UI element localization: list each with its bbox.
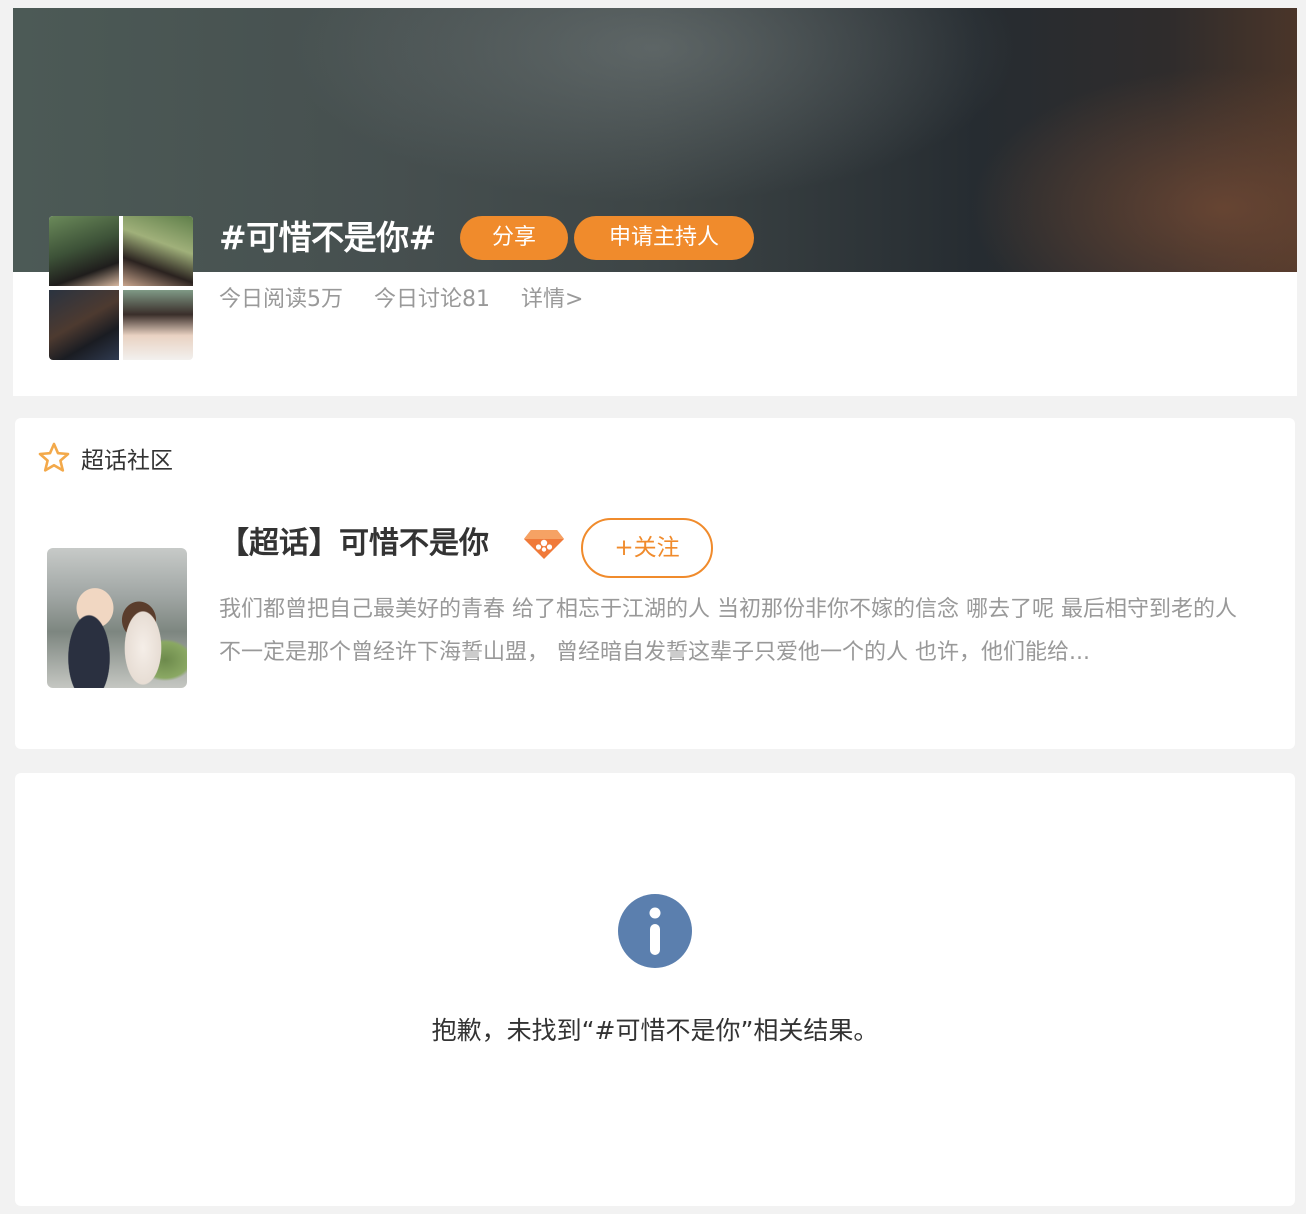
avatar-tile xyxy=(49,216,119,286)
today-reads: 今日阅读5万 xyxy=(219,287,343,312)
super-topic-cover[interactable] xyxy=(47,548,187,688)
today-discussions: 今日讨论81 xyxy=(374,287,490,312)
info-circle-icon xyxy=(618,894,692,968)
section-label: 超话社区 xyxy=(81,448,173,474)
search-result-card: 抱歉，未找到“#可惜不是你”相关结果。 xyxy=(15,773,1295,1206)
details-link[interactable]: 详情> xyxy=(521,287,583,312)
diamond-icon xyxy=(524,530,564,559)
topic-avatar-collage xyxy=(49,216,193,360)
section-header: 超话社区 xyxy=(37,442,173,474)
topic-stats: 今日阅读5万 今日讨论81 详情> xyxy=(219,285,583,315)
avatar-tile xyxy=(123,290,193,360)
apply-host-button[interactable]: 申请主持人 xyxy=(574,216,754,260)
super-topic-description: 我们都曾把自己最美好的青春 给了相忘于江湖的人 当初那份非你不嫁的信念 哪去了呢… xyxy=(219,597,1237,665)
avatar-tile xyxy=(49,290,119,360)
avatar-tile xyxy=(123,216,193,286)
topic-header-card: #可惜不是你# 分享 申请主持人 今日阅读5万 今日讨论81 详情> xyxy=(13,8,1297,396)
share-button[interactable]: 分享 xyxy=(460,216,568,260)
super-topic-card: 超话社区 【超话】可惜不是你 +关注 我们都曾把自己最美好的青春 给了相忘于江湖… xyxy=(15,418,1295,749)
super-topic-name[interactable]: 【超话】可惜不是你 xyxy=(219,522,489,566)
star-outline-icon xyxy=(38,442,70,472)
topic-title: #可惜不是你# xyxy=(219,218,436,257)
follow-button[interactable]: +关注 xyxy=(581,518,713,578)
empty-result-message: 抱歉，未找到“#可惜不是你”相关结果。 xyxy=(431,1016,879,1045)
